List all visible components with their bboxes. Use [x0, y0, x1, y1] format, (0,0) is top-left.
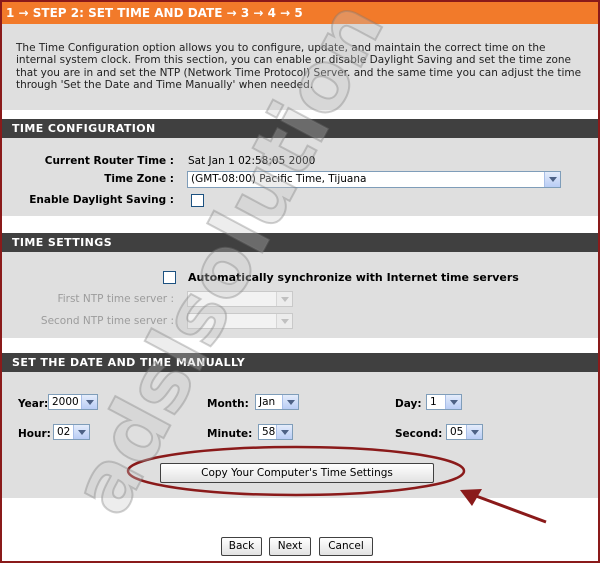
daylight-saving-checkbox[interactable]	[191, 194, 204, 207]
chevron-down-icon[interactable]	[81, 395, 97, 409]
chevron-down-icon[interactable]	[276, 425, 292, 439]
day-value: 1	[430, 396, 437, 408]
ntp2-select[interactable]	[187, 313, 293, 329]
timezone-label: Time Zone :	[104, 173, 174, 185]
month-select[interactable]: Jan	[255, 394, 299, 410]
second-label: Second:	[395, 428, 443, 440]
timezone-select[interactable]: (GMT-08:00) Pacific Time, Tijuana	[187, 171, 561, 188]
time-configuration-panel: Current Router Time : Sat Jan 1 02:58:05…	[2, 138, 598, 216]
second-select[interactable]: 05	[446, 424, 483, 440]
wizard-frame: 1 → STEP 2: SET TIME AND DATE → 3 → 4 → …	[0, 0, 600, 563]
intro-text: The Time Configuration option allows you…	[16, 42, 582, 92]
ntp2-label: Second NTP time server :	[40, 315, 174, 327]
auto-sync-checkbox[interactable]	[163, 271, 176, 284]
time-settings-header: TIME SETTINGS	[2, 232, 598, 252]
second-value: 05	[450, 426, 464, 438]
chevron-down-icon[interactable]	[73, 425, 89, 439]
step-title: 1 → STEP 2: SET TIME AND DATE → 3 → 4 → …	[6, 6, 303, 20]
daylight-saving-label: Enable Daylight Saving :	[29, 194, 174, 206]
time-settings-panel: Automatically synchronize with Internet …	[2, 252, 598, 338]
year-value: 2000	[52, 396, 79, 408]
month-value: Jan	[259, 396, 276, 408]
cancel-button[interactable]: Cancel	[319, 537, 373, 556]
hour-select[interactable]: 02	[53, 424, 90, 440]
manual-time-panel: Year: 2000 Month: Jan Day: 1 Hour: 02 Mi…	[2, 372, 598, 498]
chevron-down-icon[interactable]	[276, 292, 292, 306]
day-select[interactable]: 1	[426, 394, 462, 410]
year-label: Year:	[18, 398, 49, 410]
chevron-down-icon[interactable]	[544, 172, 560, 187]
next-button[interactable]: Next	[269, 537, 311, 556]
copy-computer-time-button[interactable]: Copy Your Computer's Time Settings	[160, 463, 434, 483]
back-button[interactable]: Back	[221, 537, 262, 556]
timezone-value: (GMT-08:00) Pacific Time, Tijuana	[191, 173, 367, 185]
section-title: SET THE DATE AND TIME MANUALLY	[12, 356, 246, 369]
current-time-label: Current Router Time :	[44, 155, 174, 167]
time-configuration-header: TIME CONFIGURATION	[2, 118, 598, 138]
manual-time-header: SET THE DATE AND TIME MANUALLY	[2, 352, 598, 372]
minute-select[interactable]: 58	[258, 424, 293, 440]
ntp1-label: First NTP time server :	[57, 293, 174, 305]
minute-label: Minute:	[207, 428, 253, 440]
year-select[interactable]: 2000	[48, 394, 98, 410]
minute-value: 58	[262, 426, 276, 438]
chevron-down-icon[interactable]	[282, 395, 298, 409]
section-title: TIME SETTINGS	[12, 236, 113, 249]
auto-sync-label: Automatically synchronize with Internet …	[188, 271, 519, 284]
hour-value: 02	[57, 426, 71, 438]
current-time-value: Sat Jan 1 02:58:05 2000	[188, 155, 316, 167]
day-label: Day:	[395, 398, 422, 410]
wizard-step-header: 1 → STEP 2: SET TIME AND DATE → 3 → 4 → …	[2, 2, 598, 24]
section-title: TIME CONFIGURATION	[12, 122, 156, 135]
chevron-down-icon[interactable]	[276, 314, 292, 328]
chevron-down-icon[interactable]	[466, 425, 482, 439]
intro-panel: The Time Configuration option allows you…	[2, 24, 598, 110]
chevron-down-icon[interactable]	[445, 395, 461, 409]
hour-label: Hour:	[18, 428, 51, 440]
month-label: Month:	[207, 398, 249, 410]
ntp1-select[interactable]	[187, 291, 293, 307]
